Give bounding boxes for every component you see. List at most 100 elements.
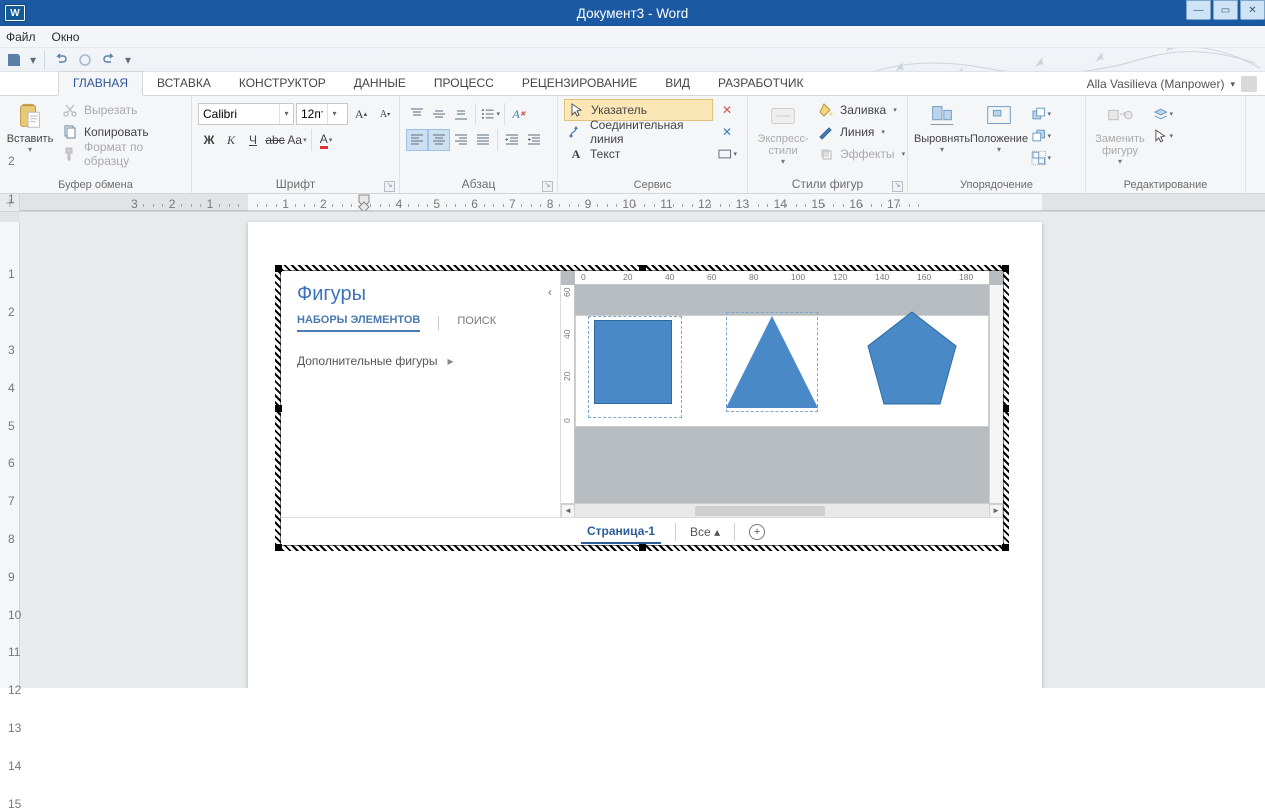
resize-handle[interactable] (1002, 405, 1009, 412)
resize-handle[interactable] (275, 544, 282, 551)
decorative-birds (835, 48, 1265, 72)
qat-dropdown-icon[interactable]: ▾ (28, 51, 38, 69)
resize-handle[interactable] (1002, 265, 1009, 272)
quick-access-toolbar: ▾ ▾ (0, 48, 1265, 72)
shape-rectangle[interactable] (594, 320, 672, 404)
tab-developer[interactable]: РАЗРАБОТЧИК (704, 72, 818, 95)
select-button[interactable]: ▾ (1152, 125, 1174, 147)
align-top-button[interactable] (406, 103, 428, 125)
document-page[interactable]: ‹ Фигуры НАБОРЫ ЭЛЕМЕНТОВ ПОИСК Дополнит… (248, 222, 1042, 688)
increase-indent-button[interactable] (523, 129, 545, 151)
visio-all-pages-button[interactable]: Все ▴ (690, 525, 720, 539)
visio-vertical-scrollbar[interactable] (989, 285, 1003, 503)
undo-icon[interactable] (51, 51, 71, 69)
justify-button[interactable] (472, 129, 494, 151)
tab-data[interactable]: ДАННЫЕ (340, 72, 420, 95)
decrease-indent-button[interactable] (501, 129, 523, 151)
tab-insert[interactable]: ВСТАВКА (143, 72, 225, 95)
avatar[interactable] (1241, 76, 1257, 92)
align-middle-button[interactable] (428, 103, 450, 125)
resize-handle[interactable] (1002, 544, 1009, 551)
user-name[interactable]: Alla Vasilieva (Manpower) (1087, 77, 1225, 91)
separator (497, 129, 498, 151)
visio-canvas[interactable] (575, 315, 989, 427)
font-name-combo[interactable]: ▾ (198, 103, 294, 125)
shape-styles-dialog-launcher[interactable]: ↘ (892, 181, 903, 192)
cut-button[interactable]: Вырезать (58, 99, 185, 121)
repeat-icon[interactable] (99, 51, 119, 69)
more-shapes-button[interactable]: Дополнительные фигуры ▸ (297, 354, 548, 368)
align-right-button[interactable] (450, 129, 472, 151)
save-icon[interactable] (4, 51, 24, 69)
font-size-input[interactable] (297, 107, 327, 121)
effects-button[interactable]: Эффекты▾ (814, 143, 909, 165)
shapes-pane-title: Фигуры (297, 283, 548, 306)
connector-tool-button[interactable]: Соединительная линия (564, 121, 713, 143)
tab-view[interactable]: ВИД (651, 72, 704, 95)
align-bottom-button[interactable] (450, 103, 472, 125)
page-scroll[interactable]: ‹ Фигуры НАБОРЫ ЭЛЕМЕНТОВ ПОИСК Дополнит… (20, 212, 1265, 688)
tab-designer[interactable]: КОНСТРУКТОР (225, 72, 340, 95)
visio-add-page-button[interactable]: + (749, 524, 765, 540)
bullets-button[interactable]: ▾ (479, 103, 501, 125)
shape-pentagon[interactable] (866, 308, 958, 408)
shrink-font-button[interactable]: A▾ (374, 103, 396, 125)
close-button[interactable]: ✕ (1240, 0, 1265, 20)
align-button[interactable]: Выровнять ▾ (914, 99, 970, 156)
position-button[interactable]: Положение ▾ (970, 99, 1028, 156)
minimize-button[interactable]: — (1186, 0, 1211, 20)
shapes-tab-search[interactable]: ПОИСК (457, 315, 496, 331)
paste-button[interactable]: Вставить ▾ (6, 99, 54, 156)
tab-review[interactable]: РЕЦЕНЗИРОВАНИЕ (508, 72, 651, 95)
italic-button[interactable]: К (220, 129, 242, 151)
rectangle-tool-button[interactable]: ▾ (716, 143, 738, 165)
scroll-left-button[interactable]: ◄ (561, 504, 575, 518)
layers-button[interactable]: ▾ (1152, 103, 1174, 125)
shapes-tab-sets[interactable]: НАБОРЫ ЭЛЕМЕНТОВ (297, 314, 420, 332)
menu-window[interactable]: Окно (52, 30, 80, 44)
text-tool-button[interactable]: A Текст (564, 143, 713, 165)
express-styles-button[interactable]: Экспресс-стили ▾ (754, 99, 812, 168)
bring-front-button[interactable]: ▾ (1030, 103, 1052, 125)
embedded-object-visio[interactable]: ‹ Фигуры НАБОРЫ ЭЛЕМЕНТОВ ПОИСК Дополнит… (280, 270, 1004, 546)
vertical-ruler[interactable]: 21123456789101112131415 (0, 212, 20, 688)
align-center-button[interactable] (428, 129, 450, 151)
bold-button[interactable]: Ж (198, 129, 220, 151)
strike-button[interactable]: abc (264, 129, 286, 151)
shape-triangle[interactable] (726, 316, 818, 408)
font-color-button[interactable]: A▾ (315, 129, 337, 151)
replace-shape-button[interactable]: Заменить фигуру ▾ (1092, 99, 1148, 168)
paragraph-dialog-launcher[interactable]: ↘ (542, 181, 553, 192)
redo-icon[interactable] (75, 51, 95, 69)
grow-font-button[interactable]: A▴ (350, 103, 372, 125)
visio-page-tab[interactable]: Страница-1 (581, 520, 661, 544)
indent-marker-left[interactable] (358, 194, 370, 212)
underline-button[interactable]: Ч (242, 129, 264, 151)
qat-customize-icon[interactable]: ▾ (123, 51, 133, 69)
font-name-input[interactable] (199, 107, 279, 121)
format-painter-button[interactable]: Формат по образцу (58, 143, 185, 165)
font-size-combo[interactable]: ▾ (296, 103, 348, 125)
x-tool-button[interactable]: ✕ (716, 99, 738, 121)
scroll-right-button[interactable]: ► (989, 504, 1003, 518)
visio-canvas-area: 020406080100120140160180 6040200 (561, 271, 1003, 517)
clear-formatting-button[interactable]: A✖ (508, 103, 530, 125)
fill-button[interactable]: Заливка▾ (814, 99, 909, 121)
tab-process[interactable]: ПРОЦЕСС (420, 72, 508, 95)
horizontal-ruler[interactable]: 3,2,1,,1,2,3,4,5,6,7,8,9,10,11,12,13,14,… (20, 194, 1265, 212)
collapse-pane-button[interactable]: ‹ (548, 285, 552, 299)
menu-file[interactable]: Файл (6, 30, 36, 44)
maximize-button[interactable]: ▭ (1213, 0, 1238, 20)
group-shapes-button[interactable]: ▾ (1030, 147, 1052, 169)
align-left-button[interactable] (406, 129, 428, 151)
x-tool2-button[interactable]: ✕ (716, 121, 738, 143)
visio-vertical-ruler[interactable]: 6040200 (561, 285, 575, 503)
font-dialog-launcher[interactable]: ↘ (384, 181, 395, 192)
visio-horizontal-scrollbar[interactable]: ◄ ► (561, 503, 1003, 517)
line-button[interactable]: Линия▾ (814, 121, 909, 143)
resize-handle[interactable] (639, 544, 646, 551)
change-case-button[interactable]: Aa▾ (286, 129, 308, 151)
send-back-button[interactable]: ▾ (1030, 125, 1052, 147)
tab-home[interactable]: ГЛАВНАЯ (58, 71, 143, 96)
visio-horizontal-ruler[interactable]: 020406080100120140160180 (575, 271, 989, 285)
